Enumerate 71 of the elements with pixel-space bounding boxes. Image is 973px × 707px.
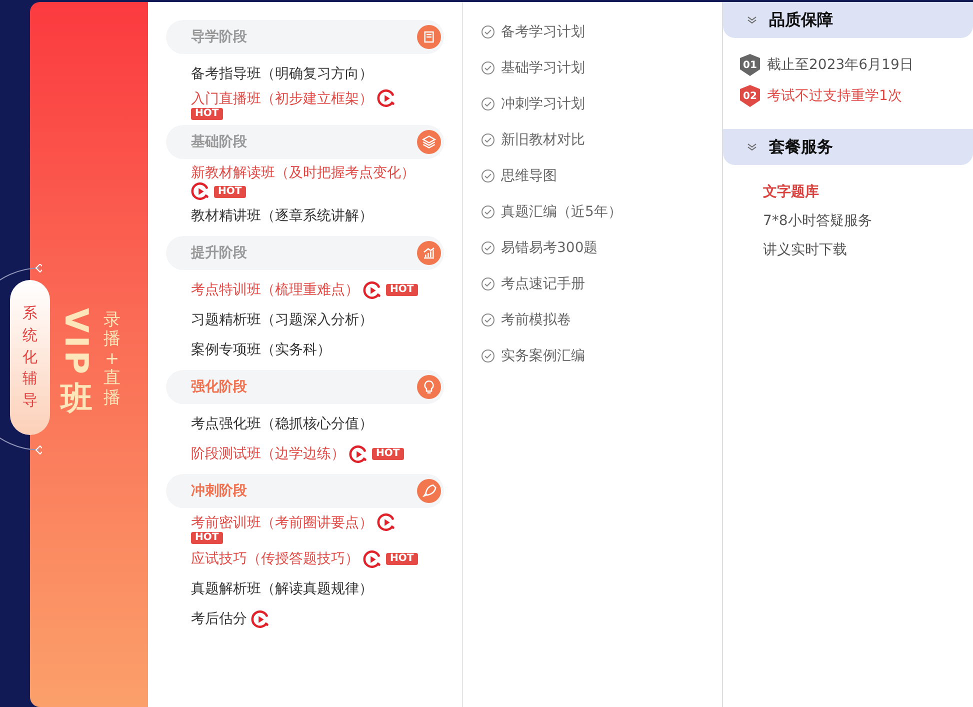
check-circle-icon xyxy=(481,241,495,255)
material-item: 考前模拟卷 xyxy=(501,311,571,329)
material-item: 易错易考300题 xyxy=(501,239,598,257)
check-circle-icon xyxy=(481,313,495,327)
vip-title: VIP xyxy=(58,308,96,378)
material-item: 实务案例汇编 xyxy=(501,347,585,365)
hot-badge: HOT xyxy=(191,108,223,120)
side-label: 系统化辅导 xyxy=(22,303,38,412)
stage-header: 基础阶段 xyxy=(166,125,444,159)
check-circle-icon xyxy=(481,133,495,147)
hot-badge: HOT xyxy=(214,186,246,198)
course-link[interactable]: 案例专项班（实务科） xyxy=(191,341,331,359)
play-icon[interactable] xyxy=(377,89,396,108)
stage-header: 导学阶段 xyxy=(166,20,444,54)
hot-badge: HOT xyxy=(386,553,418,565)
course-link[interactable]: 考后估分 xyxy=(191,610,247,628)
chevron-down-icon xyxy=(747,143,757,151)
check-circle-icon xyxy=(481,97,495,111)
course-link[interactable]: 入门直播班（初步建立框架） xyxy=(191,90,373,108)
check-circle-icon xyxy=(481,277,495,291)
section-header[interactable]: 品质保障 xyxy=(723,2,973,38)
play-icon[interactable] xyxy=(191,182,210,201)
course-link[interactable]: 备考指导班（明确复习方向） xyxy=(191,65,373,83)
number-shield: 02 xyxy=(740,85,760,107)
stage-header: 强化阶段 xyxy=(166,370,444,404)
material-item: 考点速记手册 xyxy=(501,275,585,293)
layers-icon xyxy=(417,130,441,154)
material-item: 新旧教材对比 xyxy=(501,131,585,149)
check-circle-icon xyxy=(481,349,495,363)
material-item: 真题汇编（近5年） xyxy=(501,203,622,221)
stage-header: 冲刺阶段 xyxy=(166,474,444,508)
service-item: 7*8小时答疑服务 xyxy=(763,212,873,230)
material-item: 冲刺学习计划 xyxy=(501,95,585,113)
class-title: 班 xyxy=(60,378,92,420)
course-link[interactable]: 考前密训班（考前圈讲要点） xyxy=(191,514,373,532)
guarantee-text: 考试不过支持重学1次 xyxy=(767,87,902,105)
course-link[interactable]: 真题解析班（解读真题规律） xyxy=(191,580,373,598)
service-item: 讲义实时下载 xyxy=(763,241,848,259)
hot-badge: HOT xyxy=(386,284,418,296)
play-icon[interactable] xyxy=(251,610,270,628)
guarantee-text: 截止至2023年6月19日 xyxy=(767,56,914,74)
chevron-down-icon xyxy=(747,16,757,24)
chart-icon xyxy=(417,241,441,265)
play-icon[interactable] xyxy=(363,550,382,568)
section-header[interactable]: 套餐服务 xyxy=(723,129,973,165)
lightbulb-icon xyxy=(417,375,441,399)
check-circle-icon xyxy=(481,25,495,39)
check-circle-icon xyxy=(481,205,495,219)
course-link[interactable]: 应试技巧（传授答题技巧） xyxy=(191,550,359,568)
play-icon[interactable] xyxy=(363,280,382,300)
number-shield: 01 xyxy=(740,54,760,76)
course-link[interactable]: 教材精讲班（逐章系统讲解） xyxy=(191,207,373,225)
course-link[interactable]: 习题精析班（习题深入分析） xyxy=(191,311,373,329)
material-item: 备考学习计划 xyxy=(501,23,585,41)
stage-header: 提升阶段 xyxy=(166,236,444,270)
check-circle-icon xyxy=(481,169,495,183)
subtitle: 录播+直播 xyxy=(104,310,120,408)
rocket-icon xyxy=(417,479,441,503)
course-link[interactable]: 新教材解读班（及时把握考点变化） xyxy=(191,164,415,182)
hot-badge: HOT xyxy=(372,448,404,460)
course-link[interactable]: 考点强化班（稳抓核心分值） xyxy=(191,415,373,433)
service-item: 文字题库 xyxy=(763,183,820,201)
course-link[interactable]: 考点特训班（梳理重难点） xyxy=(191,281,359,299)
course-link[interactable]: 阶段测试班（边学边练） xyxy=(191,445,345,463)
material-item: 思维导图 xyxy=(501,167,557,185)
book-icon xyxy=(417,25,441,49)
play-icon[interactable] xyxy=(349,444,368,464)
check-circle-icon xyxy=(481,61,495,75)
material-item: 基础学习计划 xyxy=(501,59,585,77)
play-icon[interactable] xyxy=(377,513,396,532)
hot-badge: HOT xyxy=(191,532,223,544)
